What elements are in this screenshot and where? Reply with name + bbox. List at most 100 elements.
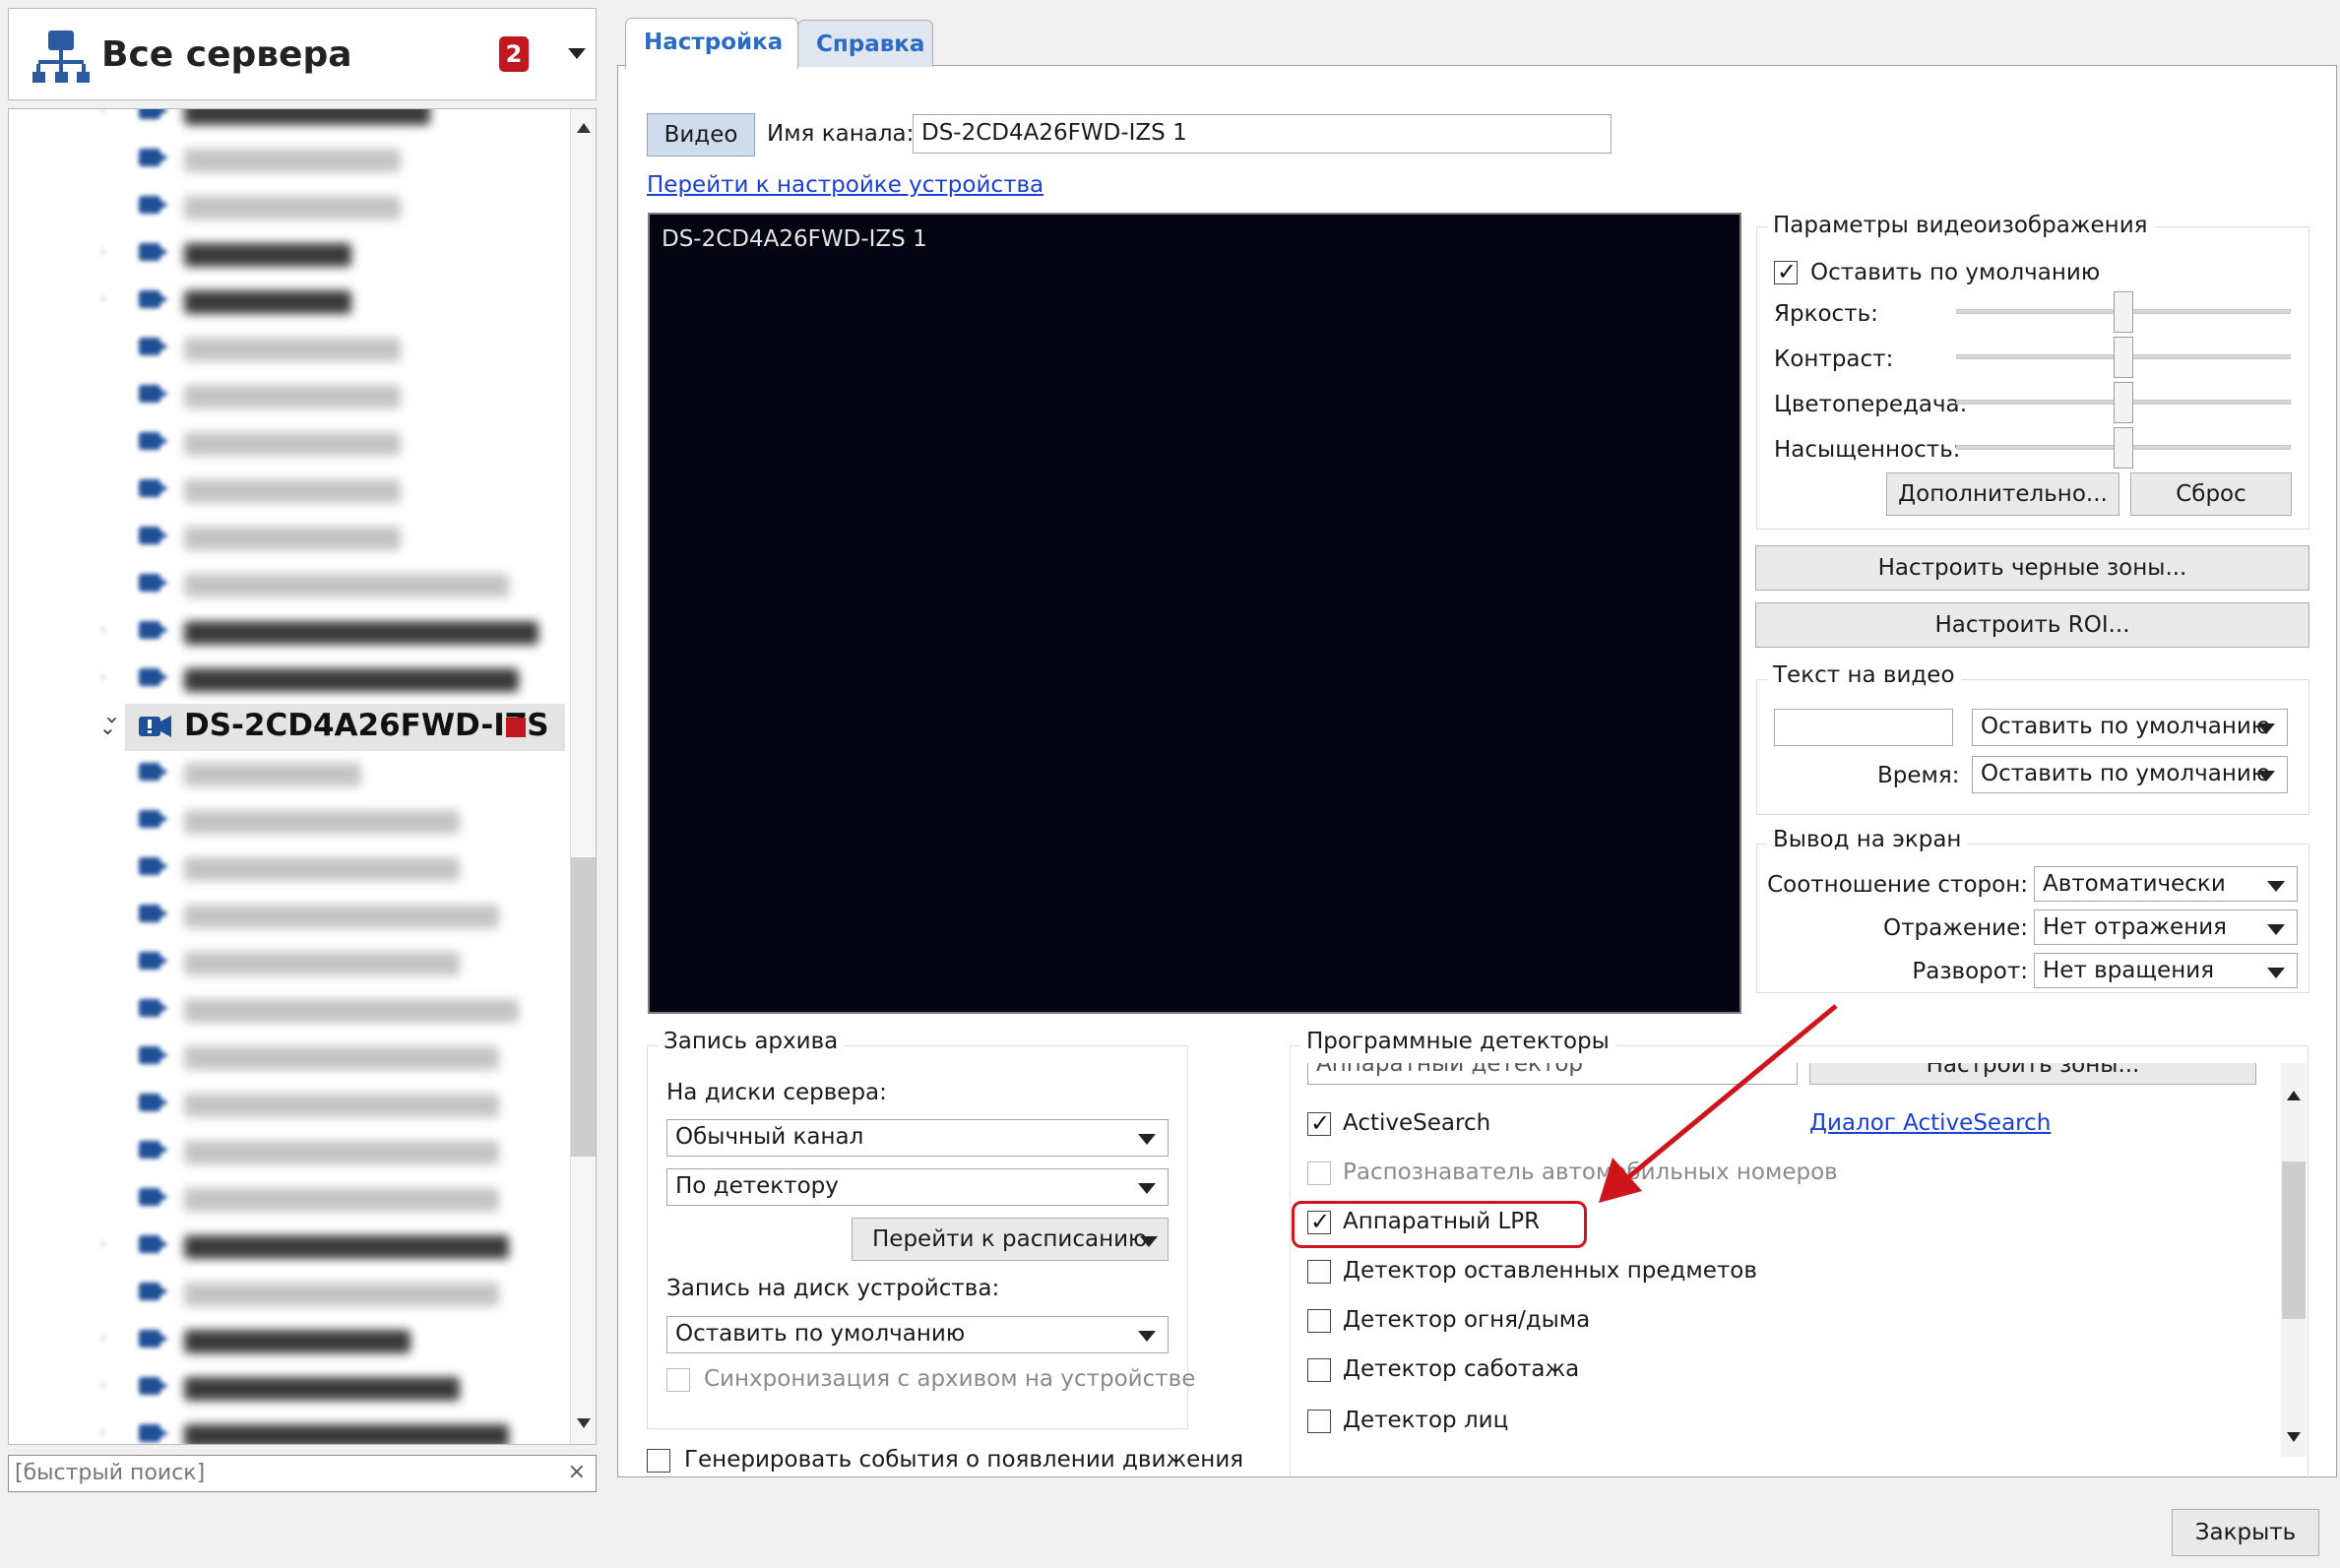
schedule-button-label: Перейти к расписанию bbox=[872, 1226, 1148, 1252]
text-on-video-group bbox=[1756, 679, 2309, 815]
tree-item[interactable]: › bbox=[9, 1411, 570, 1444]
server-tree[interactable]: › › › › › › › › › ⌄ › DS-2CD4A26FWD-IZS bbox=[8, 108, 597, 1445]
servers-header[interactable]: Все сервера 2 bbox=[8, 8, 597, 100]
expand-arrow-icon[interactable]: › bbox=[99, 1233, 106, 1254]
slider-thumb[interactable] bbox=[2114, 291, 2133, 333]
video-text-input[interactable] bbox=[1774, 709, 1953, 746]
tree-scrollbar-thumb[interactable] bbox=[571, 857, 596, 1157]
tree-item[interactable] bbox=[9, 324, 570, 371]
slider-thumb[interactable] bbox=[2114, 427, 2133, 469]
detector-label: Детектор лиц bbox=[1343, 1408, 1509, 1433]
tree-item-label-obscured bbox=[184, 243, 351, 267]
device-record-select[interactable]: Оставить по умолчанию bbox=[666, 1316, 1169, 1353]
channel-type-value: Обычный канал bbox=[675, 1124, 864, 1150]
server-network-icon bbox=[32, 31, 90, 83]
tree-item[interactable] bbox=[9, 844, 570, 891]
expand-arrow-icon[interactable]: › bbox=[99, 109, 106, 120]
expand-arrow-icon[interactable]: › bbox=[99, 241, 106, 262]
tree-item[interactable] bbox=[9, 1269, 570, 1316]
tree-item-label-obscured bbox=[184, 857, 460, 881]
time-select[interactable]: Оставить по умолчанию bbox=[1972, 756, 2288, 793]
tree-item[interactable] bbox=[9, 371, 570, 418]
tree-item[interactable] bbox=[9, 749, 570, 796]
tree-item[interactable] bbox=[9, 985, 570, 1033]
motion-events-checkbox[interactable] bbox=[647, 1449, 670, 1473]
display-row-select[interactable]: Нет отражения bbox=[2034, 909, 2298, 945]
detector-checkbox[interactable] bbox=[1307, 1161, 1331, 1185]
expand-arrow-icon[interactable]: › bbox=[99, 1375, 106, 1396]
tree-item[interactable]: › bbox=[9, 229, 570, 277]
close-button[interactable]: Закрыть bbox=[2172, 1509, 2319, 1556]
sync-archive-checkbox[interactable] bbox=[666, 1368, 690, 1392]
tree-item[interactable] bbox=[9, 513, 570, 560]
scroll-down-icon[interactable] bbox=[2287, 1432, 2301, 1442]
camera-icon bbox=[139, 1424, 168, 1442]
reset-button[interactable]: Сброс bbox=[2130, 472, 2292, 516]
channel-type-select[interactable]: Обычный канал bbox=[666, 1119, 1169, 1157]
slider-thumb[interactable] bbox=[2114, 382, 2133, 423]
tree-scrollbar[interactable] bbox=[570, 109, 596, 1444]
tree-item[interactable]: › bbox=[9, 1316, 570, 1363]
detector-checkbox[interactable] bbox=[1307, 1358, 1331, 1382]
scroll-up-icon[interactable] bbox=[577, 123, 591, 133]
expand-arrow-icon[interactable]: › bbox=[99, 1328, 106, 1348]
tree-item[interactable] bbox=[9, 182, 570, 229]
detector-checkbox[interactable] bbox=[1307, 1109, 1331, 1137]
device-settings-link[interactable]: Перейти к настройке устройства bbox=[647, 172, 1044, 198]
tree-item[interactable] bbox=[9, 1080, 570, 1127]
roi-button[interactable]: Настроить ROI... bbox=[1755, 602, 2309, 648]
channel-name-input[interactable]: DS-2CD4A26FWD-IZS 1 bbox=[913, 114, 1612, 154]
tree-item[interactable]: › bbox=[9, 1222, 570, 1269]
tab-settings[interactable]: Настройка bbox=[625, 18, 798, 69]
expand-arrow-icon[interactable]: › bbox=[99, 666, 106, 687]
slider-thumb[interactable] bbox=[2114, 337, 2133, 378]
tree-item[interactable]: › bbox=[9, 109, 570, 135]
tree-item[interactable]: › bbox=[9, 655, 570, 702]
tree-item[interactable] bbox=[9, 1127, 570, 1174]
schedule-button[interactable]: Перейти к расписанию bbox=[852, 1218, 1169, 1261]
tree-item-label-obscured bbox=[184, 109, 430, 125]
detector-checkbox[interactable] bbox=[1307, 1410, 1331, 1433]
tree-item[interactable] bbox=[9, 891, 570, 938]
video-button[interactable]: Видео bbox=[647, 113, 755, 157]
default-image-checkbox[interactable] bbox=[1774, 258, 1798, 285]
text-select[interactable]: Оставить по умолчанию bbox=[1972, 709, 2288, 746]
camera-icon bbox=[139, 1046, 168, 1064]
chevron-down-icon[interactable] bbox=[568, 48, 586, 60]
tree-item[interactable] bbox=[9, 418, 570, 466]
display-row-select[interactable]: Нет вращения bbox=[2034, 953, 2298, 988]
tree-item[interactable] bbox=[9, 466, 570, 513]
tree-item-label-obscured bbox=[184, 290, 351, 314]
tree-item[interactable] bbox=[9, 938, 570, 985]
clear-search-icon[interactable]: × bbox=[568, 1460, 586, 1484]
tree-item[interactable] bbox=[9, 135, 570, 182]
detector-checkbox[interactable] bbox=[1307, 1309, 1331, 1333]
configure-zones-button[interactable]: Настроить зоны... bbox=[1809, 1063, 2256, 1085]
dropdown-arrow-icon bbox=[1138, 1183, 1156, 1194]
display-row-select[interactable]: Автоматически bbox=[2034, 866, 2298, 902]
scroll-down-icon[interactable] bbox=[577, 1418, 591, 1428]
detector-checkbox[interactable] bbox=[1307, 1260, 1331, 1284]
text-select-value: Оставить по умолчанию bbox=[1981, 714, 2271, 739]
tree-item[interactable] bbox=[9, 796, 570, 844]
tree-item[interactable]: › bbox=[9, 607, 570, 655]
camera-icon bbox=[139, 1094, 168, 1111]
activesearch-dialog-link[interactable]: Диалог ActiveSearch bbox=[1809, 1110, 2051, 1136]
more-button[interactable]: Дополнительно... bbox=[1886, 472, 2119, 516]
tree-item[interactable] bbox=[9, 560, 570, 607]
tree-item[interactable]: › bbox=[9, 277, 570, 324]
record-mode-select[interactable]: По детектору bbox=[666, 1168, 1169, 1206]
tree-item[interactable] bbox=[9, 1033, 570, 1080]
black-zones-button[interactable]: Настроить черные зоны... bbox=[1755, 545, 2309, 591]
detectors-scrollbar-thumb[interactable] bbox=[2282, 1161, 2306, 1319]
expand-arrow-icon[interactable]: › bbox=[99, 716, 124, 724]
quick-search-input[interactable]: [быстрый поиск] × bbox=[8, 1455, 597, 1492]
expand-arrow-icon[interactable]: › bbox=[99, 619, 106, 640]
tab-help[interactable]: Справка bbox=[797, 20, 933, 67]
expand-arrow-icon[interactable]: › bbox=[99, 1422, 106, 1443]
tree-item[interactable]: › bbox=[9, 1363, 570, 1411]
expand-arrow-icon[interactable]: › bbox=[99, 288, 106, 309]
alert-count-badge[interactable]: 2 bbox=[499, 36, 529, 72]
scroll-up-icon[interactable] bbox=[2287, 1091, 2301, 1100]
tree-item[interactable] bbox=[9, 1174, 570, 1222]
